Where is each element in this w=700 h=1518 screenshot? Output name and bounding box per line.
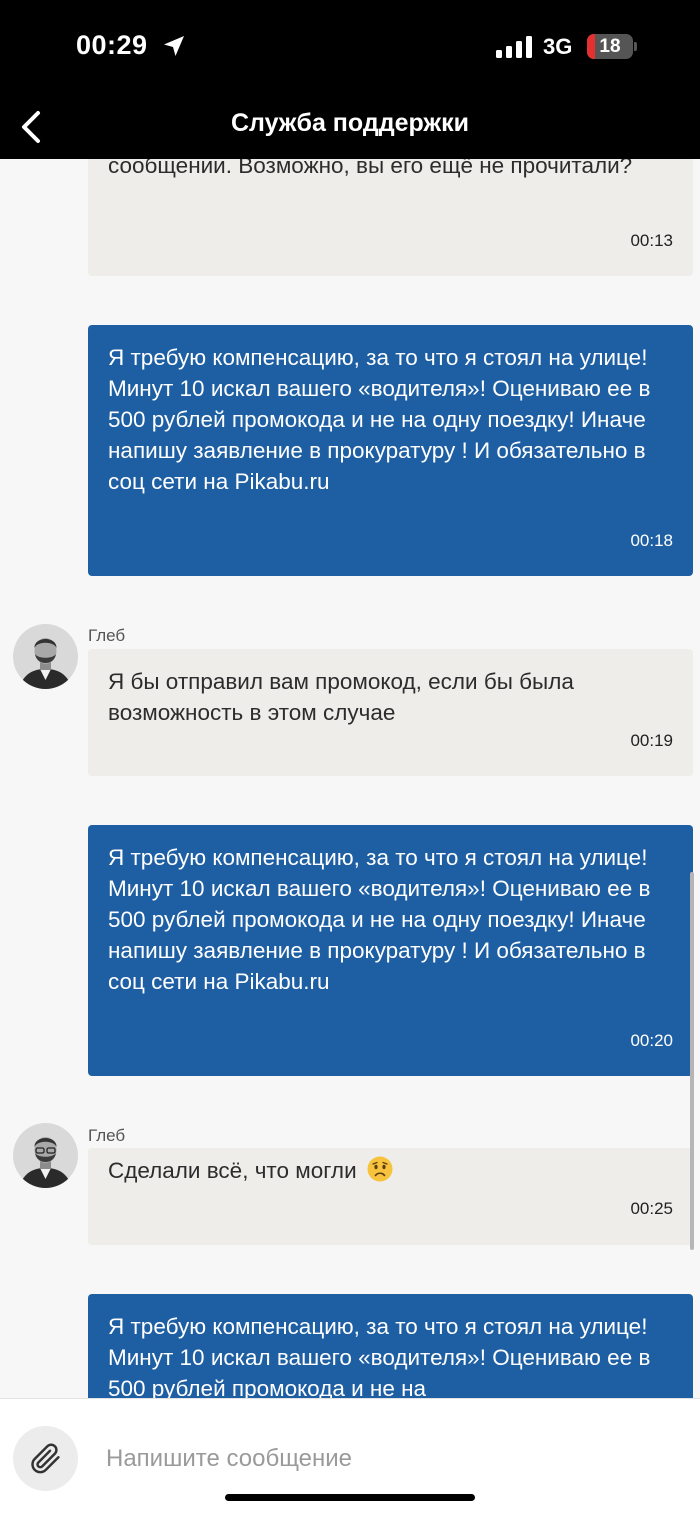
signal-bars-icon	[496, 36, 532, 58]
message-text: сообщении. Возможно, вы его ещё не прочи…	[108, 159, 633, 178]
avatar[interactable]	[13, 1123, 78, 1188]
attach-button[interactable]	[13, 1426, 78, 1491]
message-time: 00:18	[630, 531, 673, 550]
message-input[interactable]	[106, 1439, 666, 1479]
home-indicator	[225, 1494, 475, 1501]
status-time: 00:29	[76, 30, 148, 60]
message-text: Я требую компенсацию, за то что я стоял …	[108, 1314, 651, 1398]
message-outgoing: Я требую компенсацию, за то что я стоял …	[88, 325, 693, 576]
battery-cap	[634, 42, 637, 51]
avatar[interactable]	[13, 624, 78, 689]
message-incoming: Сделали всё, что могли 00:25	[88, 1148, 693, 1245]
message-content: Сделали всё, что могли	[108, 1155, 673, 1187]
worried-face-emoji-icon	[367, 1156, 393, 1182]
message-incoming: сообщении. Возможно, вы его ещё не прочи…	[88, 159, 693, 276]
nav-bar: Служба поддержки	[0, 95, 700, 159]
paperclip-icon	[31, 1443, 60, 1474]
message-text: Я требую компенсацию, за то что я стоял …	[108, 345, 651, 494]
battery-icon: 18	[587, 34, 633, 59]
agent-avatar-icon	[13, 624, 78, 689]
message-outgoing: Я требую компенсацию, за то что я стоял …	[88, 825, 693, 1076]
scrollbar[interactable]	[690, 872, 694, 1250]
message-text: Сделали всё, что могли	[108, 1158, 357, 1183]
message-text: Я бы отправил вам промокод, если бы была…	[108, 669, 574, 725]
message-text: Я требую компенсацию, за то что я стоял …	[108, 845, 651, 994]
battery-percent: 18	[599, 36, 621, 57]
message-time: 00:20	[630, 1031, 673, 1050]
chat-area[interactable]: сообщении. Возможно, вы его ещё не прочи…	[0, 159, 700, 1398]
status-bar: 00:29 3G 18	[0, 0, 700, 95]
location-arrow-icon	[164, 36, 184, 56]
agent-avatar-icon	[13, 1123, 78, 1188]
sender-name: Глеб	[88, 1126, 126, 1145]
page-title: Служба поддержки	[230, 109, 470, 137]
sender-name: Глеб	[88, 626, 126, 645]
network-type: 3G	[543, 34, 573, 59]
message-time: 00:13	[630, 231, 673, 250]
message-composer	[0, 1398, 700, 1518]
message-outgoing: Я требую компенсацию, за то что я стоял …	[88, 1294, 693, 1398]
message-time: 00:25	[630, 1199, 673, 1218]
message-time: 00:19	[630, 731, 673, 750]
message-incoming: Я бы отправил вам промокод, если бы была…	[88, 649, 693, 776]
